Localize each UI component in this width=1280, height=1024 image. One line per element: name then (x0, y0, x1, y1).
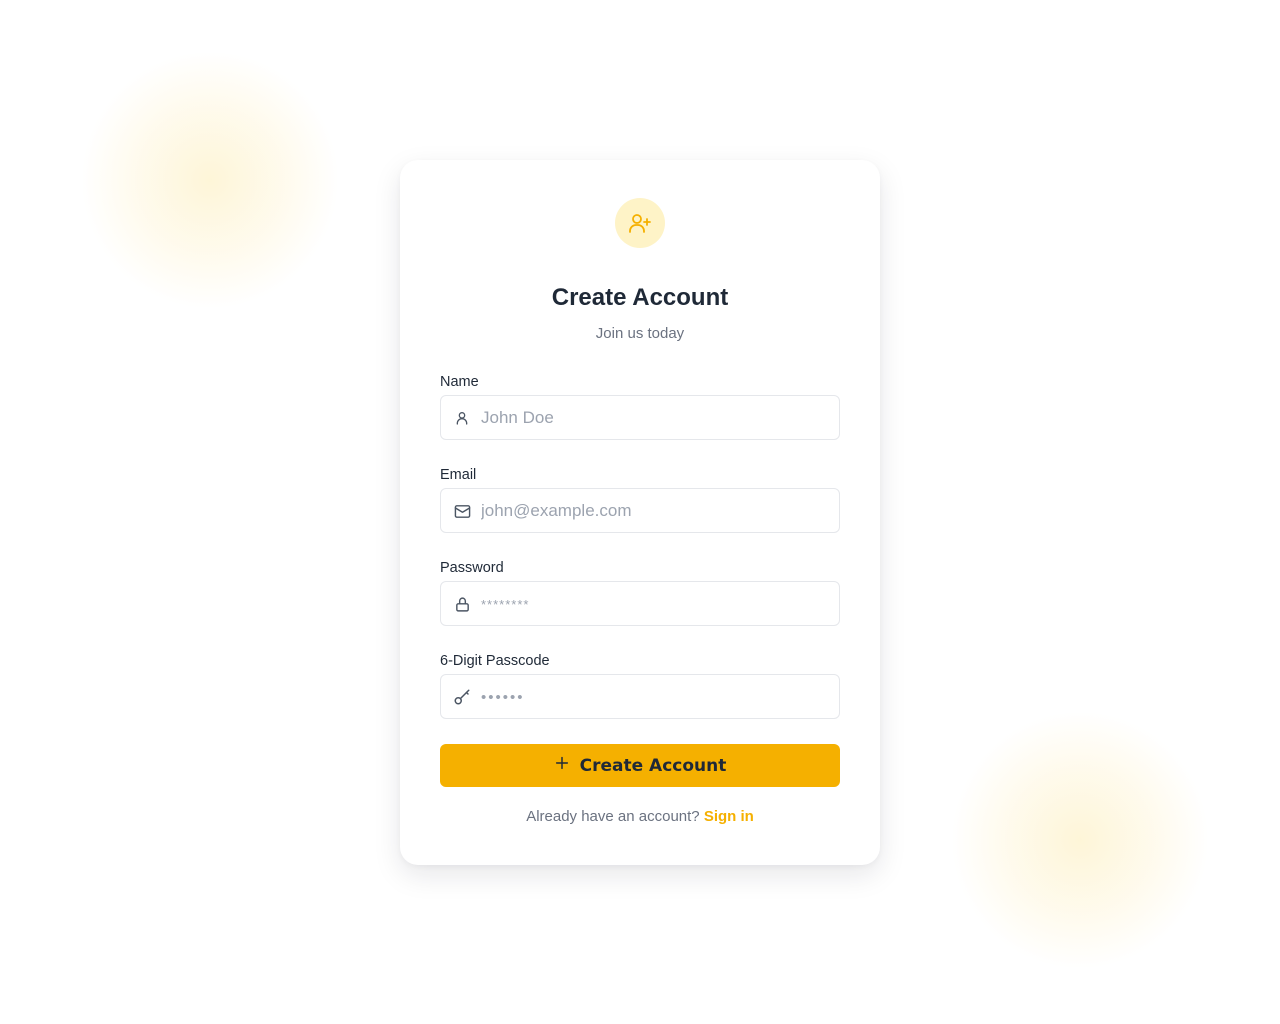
email-label: Email (440, 467, 477, 483)
password-input-wrapper (440, 581, 840, 626)
user-icon (452, 408, 472, 428)
signin-prompt: Already have an account? Sign in (440, 808, 840, 825)
email-field-group: Email (440, 465, 840, 533)
passcode-field-group: 6-Digit Passcode (440, 651, 840, 719)
page-subtitle: Join us today (595, 325, 685, 342)
create-account-button[interactable]: Create Account (440, 744, 840, 787)
signin-prompt-text: Already have an account? (526, 808, 700, 825)
name-input[interactable] (481, 396, 831, 439)
user-plus-icon (615, 198, 665, 248)
passcode-input[interactable] (481, 675, 831, 718)
email-input-wrapper (440, 488, 840, 533)
password-label: Password (440, 560, 504, 576)
mail-icon (452, 501, 472, 521)
passcode-input-wrapper (440, 674, 840, 719)
signin-link[interactable]: Sign in (704, 808, 754, 825)
create-account-button-label: Create Account (579, 755, 727, 776)
password-input[interactable] (481, 582, 831, 625)
name-input-wrapper (440, 395, 840, 440)
key-icon (452, 687, 472, 707)
name-label: Name (440, 374, 479, 390)
password-field-group: Password (440, 558, 840, 626)
email-input[interactable] (481, 489, 831, 532)
name-field-group: Name (440, 372, 840, 440)
decorative-glow (80, 50, 340, 310)
signup-card: Create Account Join us today Name Email (400, 160, 880, 865)
passcode-label: 6-Digit Passcode (440, 653, 550, 669)
plus-icon (554, 755, 570, 776)
page-title: Create Account (551, 284, 729, 311)
decorative-glow (950, 710, 1210, 970)
page: Create Account Join us today Name Email (0, 0, 1280, 1024)
lock-icon (452, 594, 472, 614)
